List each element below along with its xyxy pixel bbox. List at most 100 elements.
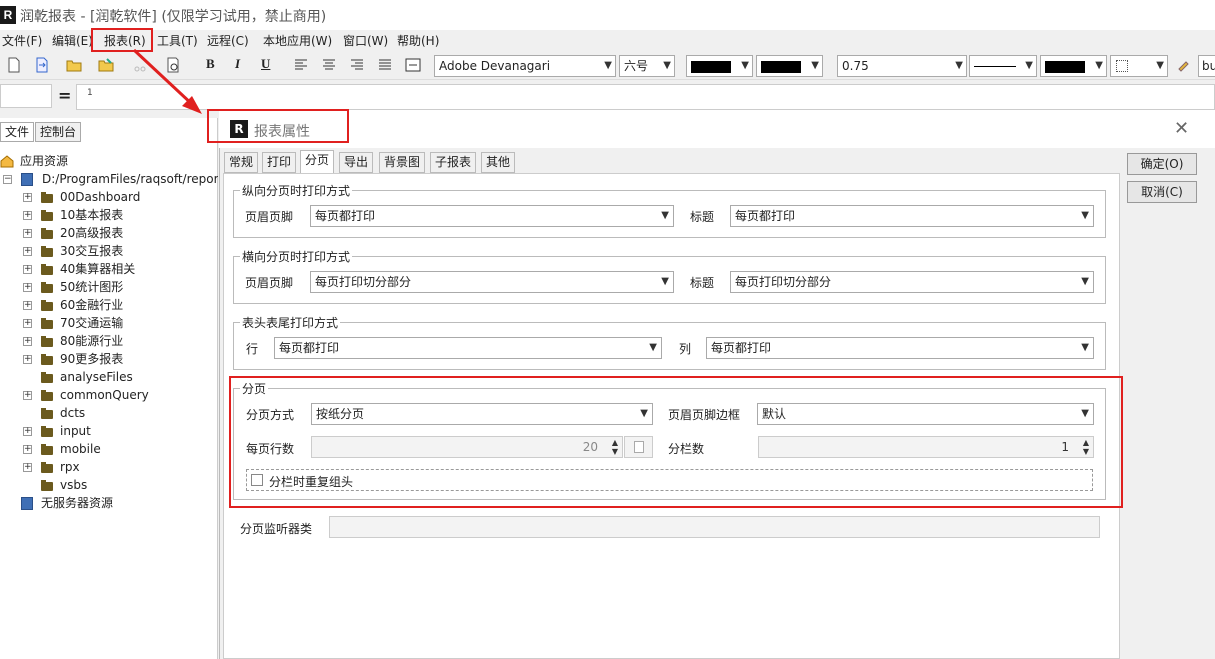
chevron-down-icon: ▼ (661, 210, 669, 221)
group-title: 表头表尾打印方式 (240, 314, 341, 331)
row-print-select[interactable]: 每页都打印 ▼ (274, 337, 662, 359)
new-file-icon[interactable] (6, 57, 22, 73)
chevron-down-icon: ▼ (1081, 276, 1089, 287)
align-left-icon[interactable] (293, 57, 309, 73)
vertical-title-select[interactable]: 每页都打印 ▼ (730, 205, 1094, 227)
expand-icon[interactable]: + (23, 391, 32, 400)
align-center-icon[interactable] (321, 57, 337, 73)
tree-item-label: mobile (60, 442, 101, 456)
tree-item-label: 80能源行业 (60, 334, 124, 348)
folder-icon (41, 390, 53, 401)
menu-file[interactable]: 文件(F) (2, 32, 42, 49)
expand-icon[interactable]: + (23, 337, 32, 346)
tab-other[interactable]: 其他 (481, 152, 516, 173)
title-label: 标题 (690, 276, 715, 290)
chevron-down-icon: ▼ (1156, 60, 1164, 71)
tab-file[interactable]: 文件 (0, 122, 35, 142)
chevron-down-icon: ▼ (604, 60, 612, 71)
align-right-icon[interactable] (349, 57, 365, 73)
menu-tools[interactable]: 工具(T) (157, 32, 198, 49)
tab-subreport[interactable]: 子报表 (430, 152, 477, 173)
extra-select[interactable]: bu (1198, 55, 1215, 77)
line-width-select[interactable]: 0.75 ▼ (837, 55, 967, 77)
tree-item-label: dcts (60, 406, 86, 420)
line-style-select[interactable]: ▼ (969, 55, 1037, 77)
expand-icon[interactable]: + (23, 427, 32, 436)
menu-window[interactable]: 窗口(W) (343, 32, 388, 49)
menu-remote[interactable]: 远程(C) (207, 32, 249, 49)
merge-cells-icon[interactable] (405, 57, 421, 73)
tree-path[interactable]: − D:/ProgramFiles/raqsoft/report/v (0, 170, 218, 188)
back-color-select[interactable]: ▼ (756, 55, 823, 77)
highlight-paging-group (229, 376, 1123, 508)
expand-icon[interactable]: + (23, 319, 32, 328)
tab-print[interactable]: 打印 (262, 152, 297, 173)
column-print-select[interactable]: 每页都打印 ▼ (706, 337, 1094, 359)
expand-icon[interactable]: + (23, 463, 32, 472)
folder-icon (41, 282, 53, 293)
vertical-header-footer-select[interactable]: 每页都打印 ▼ (310, 205, 674, 227)
horizontal-header-footer-select[interactable]: 每页打印切分部分 ▼ (310, 271, 674, 293)
folder-icon (41, 210, 53, 221)
chevron-down-icon: ▼ (649, 342, 657, 353)
expand-icon[interactable]: + (23, 247, 32, 256)
dialog-header (219, 110, 1215, 148)
tree-item-label: 10基本报表 (60, 208, 124, 222)
column-label: 列 (679, 342, 692, 356)
expand-icon[interactable]: + (23, 265, 32, 274)
horizontal-title-select[interactable]: 每页打印切分部分 ▼ (730, 271, 1094, 293)
tab-console[interactable]: 控制台 (35, 122, 82, 142)
font-size-select[interactable]: 六号 ▼ (619, 55, 675, 77)
folder-icon (41, 300, 53, 311)
format-painter-icon[interactable] (1176, 57, 1192, 73)
chevron-down-icon: ▼ (1095, 60, 1103, 71)
tree-item-label: input (60, 424, 91, 438)
open-folder-icon[interactable] (66, 57, 82, 73)
cancel-button[interactable]: 取消(C) (1127, 181, 1197, 203)
expand-icon[interactable]: + (23, 355, 32, 364)
cell-reference-field[interactable] (0, 84, 52, 108)
justify-icon[interactable] (377, 57, 393, 73)
folder-icon (41, 480, 53, 491)
close-icon[interactable]: ✕ (1174, 118, 1189, 139)
border-color-select[interactable]: ▼ (1040, 55, 1107, 77)
folder-icon (41, 354, 53, 365)
open-recent-icon[interactable] (98, 57, 114, 73)
group-title: 横向分页时打印方式 (240, 248, 353, 265)
expand-icon[interactable]: + (23, 301, 32, 310)
expand-icon[interactable]: + (23, 229, 32, 238)
tab-general[interactable]: 常规 (224, 152, 259, 173)
tree-item-label: 60金融行业 (60, 298, 124, 312)
expand-icon[interactable]: + (23, 283, 32, 292)
fore-color-select[interactable]: ▼ (686, 55, 753, 77)
menu-help[interactable]: 帮助(H) (397, 32, 439, 49)
folder-icon (41, 246, 53, 257)
menu-edit[interactable]: 编辑(E) (52, 32, 93, 49)
italic-button[interactable]: I (235, 56, 240, 72)
equals-icon: = (58, 86, 72, 105)
expand-icon[interactable]: + (23, 211, 32, 220)
tab-paging[interactable]: 分页 (300, 150, 335, 174)
database-icon (21, 497, 33, 510)
font-family-select[interactable]: Adobe Devanagari ▼ (434, 55, 616, 77)
tab-export[interactable]: 导出 (339, 152, 374, 173)
underline-button[interactable]: U (261, 56, 270, 72)
database-icon (21, 173, 33, 186)
border-style-select[interactable]: ▼ (1110, 55, 1168, 77)
expand-icon[interactable]: + (23, 193, 32, 202)
app-logo-icon: R (0, 6, 16, 24)
collapse-icon[interactable]: − (3, 175, 12, 184)
formula-input[interactable]: 1 (76, 84, 1215, 110)
chevron-down-icon: ▼ (1081, 210, 1089, 221)
tree-item-label: 00Dashboard (60, 190, 141, 204)
menu-local-app[interactable]: 本地应用(W) (263, 32, 332, 49)
folder-icon (41, 426, 53, 437)
folder-icon (41, 462, 53, 473)
window-title: 润乾报表 - [润乾软件] (仅限学习试用，禁止商用) (20, 9, 327, 25)
tab-background[interactable]: 背景图 (379, 152, 426, 173)
import-icon[interactable] (34, 57, 50, 73)
tree-item-label: vsbs (60, 478, 88, 492)
page-listener-input[interactable] (329, 516, 1100, 538)
ok-button[interactable]: 确定(O) (1127, 153, 1197, 175)
expand-icon[interactable]: + (23, 445, 32, 454)
